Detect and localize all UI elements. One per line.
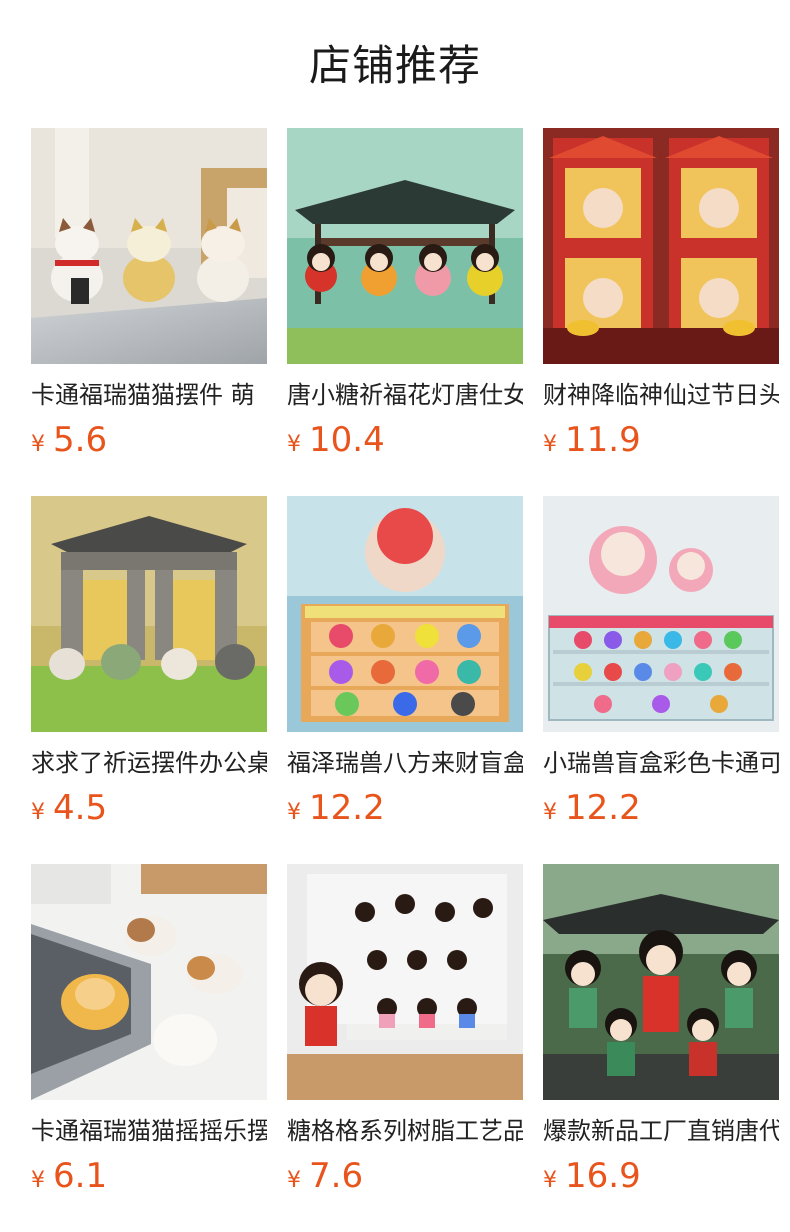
product-price: ¥16.9 [543, 1154, 779, 1198]
product-image[interactable] [543, 864, 779, 1100]
product-card[interactable]: 福泽瑞兽八方来财盲盒 ¥12.2 [287, 496, 523, 836]
product-card[interactable]: 小瑞兽盲盒彩色卡通可 ¥12.2 [543, 496, 779, 836]
product-price: ¥10.4 [287, 418, 523, 462]
currency-symbol: ¥ [31, 800, 45, 825]
product-price: ¥7.6 [287, 1154, 523, 1198]
price-value: 5.6 [53, 420, 108, 460]
price-value: 7.6 [309, 1156, 364, 1196]
price-value: 6.1 [53, 1156, 108, 1196]
product-name[interactable]: 糖格格系列树脂工艺品 [287, 1114, 523, 1148]
product-card[interactable]: 财神降临神仙过节日头 ¥11.9 [543, 128, 779, 468]
page-title: 店铺推荐 [308, 41, 481, 90]
product-price: ¥4.5 [31, 786, 267, 830]
currency-symbol: ¥ [287, 800, 301, 825]
shop-recommendations-page: 店铺推荐 卡通福瑞猫猫摆件 萌 ¥ 5.6 唐小糖祈福花灯唐仕女 ¥ 10.4 … [0, 0, 790, 1232]
product-price: ¥12.2 [543, 786, 779, 830]
product-name[interactable]: 爆款新品工厂直销唐代 [543, 1114, 779, 1148]
price-value: 12.2 [565, 788, 641, 828]
product-image[interactable] [287, 128, 523, 364]
product-image[interactable] [543, 128, 779, 364]
price-value: 11.9 [565, 420, 641, 460]
price-value: 12.2 [309, 788, 385, 828]
product-name[interactable]: 求求了祈运摆件办公桌 [31, 746, 267, 780]
price-value: 10.4 [309, 420, 385, 460]
product-card[interactable]: 卡通福瑞猫猫摆件 萌 ¥5.6 [31, 128, 267, 468]
product-price: ¥6.1 [31, 1154, 267, 1198]
product-image[interactable] [287, 864, 523, 1100]
product-card[interactable]: 求求了祈运摆件办公桌 ¥4.5 [31, 496, 267, 836]
product-image[interactable] [31, 864, 267, 1100]
price-value: 16.9 [565, 1156, 641, 1196]
currency-symbol: ¥ [31, 432, 45, 457]
product-image[interactable] [31, 496, 267, 732]
product-name[interactable]: 唐小糖祈福花灯唐仕女 [287, 378, 523, 412]
product-price: ¥11.9 [543, 418, 779, 462]
product-row: 卡通福瑞猫猫摆件 萌 ¥5.6 唐小糖祈福花灯唐仕女 ¥ 10.4 财神降临神仙… [31, 128, 790, 496]
product-name[interactable]: 福泽瑞兽八方来财盲盒 [287, 746, 523, 780]
product-name[interactable]: 财神降临神仙过节日头 [543, 378, 779, 412]
product-price: ¥5.6 [31, 418, 267, 462]
currency-symbol: ¥ [543, 1168, 557, 1193]
product-card[interactable]: 唐小糖祈福花灯唐仕女 ¥10.4 [287, 128, 523, 468]
product-name[interactable]: 卡通福瑞猫猫摇摇乐摆 [31, 1114, 267, 1148]
currency-symbol: ¥ [543, 432, 557, 457]
product-row: 求求了祈运摆件办公桌 ¥4.5 福泽瑞兽八方来财盲盒 ¥ 12.2 小瑞兽盲盒彩… [31, 496, 790, 864]
product-name[interactable]: 卡通福瑞猫猫摆件 萌 [31, 378, 267, 412]
product-card[interactable]: 卡通福瑞猫猫摇摇乐摆 ¥6.1 [31, 864, 267, 1204]
product-name[interactable]: 小瑞兽盲盒彩色卡通可 [543, 746, 779, 780]
product-row: 卡通福瑞猫猫摇摇乐摆 ¥6.1 糖格格系列树脂工艺品 ¥ 7.6 爆款新品工厂直… [31, 864, 790, 1232]
product-image[interactable] [31, 128, 267, 364]
currency-symbol: ¥ [543, 800, 557, 825]
product-image[interactable] [543, 496, 779, 732]
currency-symbol: ¥ [31, 1168, 45, 1193]
currency-symbol: ¥ [287, 432, 301, 457]
price-value: 4.5 [53, 788, 108, 828]
currency-symbol: ¥ [287, 1168, 301, 1193]
product-card[interactable]: 糖格格系列树脂工艺品 ¥7.6 [287, 864, 523, 1204]
product-image[interactable] [287, 496, 523, 732]
product-price: ¥12.2 [287, 786, 523, 830]
product-grid: 卡通福瑞猫猫摆件 萌 ¥5.6 唐小糖祈福花灯唐仕女 ¥ 10.4 财神降临神仙… [31, 128, 790, 1232]
product-card[interactable]: 爆款新品工厂直销唐代 ¥16.9 [543, 864, 779, 1204]
